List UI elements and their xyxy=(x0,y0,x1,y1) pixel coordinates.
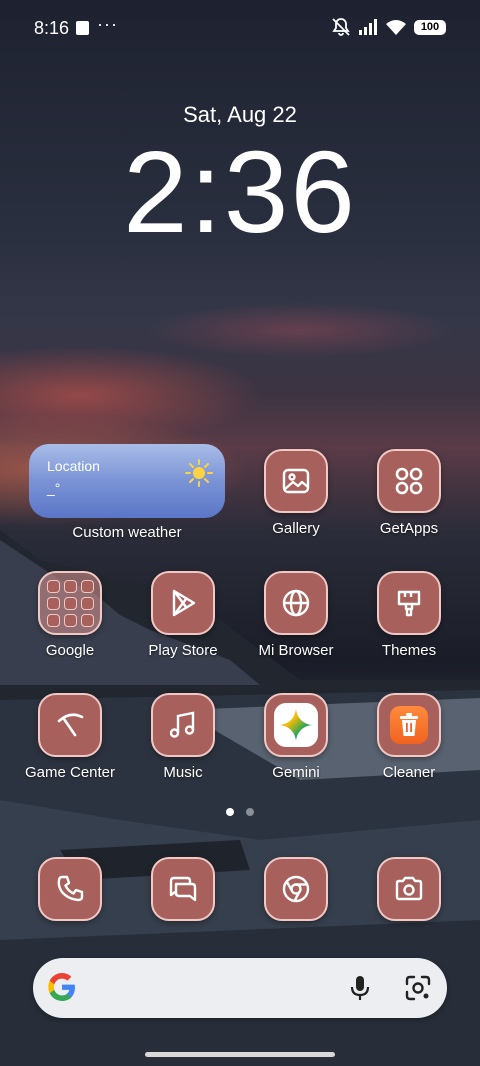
app-play-store[interactable]: Play Store xyxy=(127,571,239,659)
weather-widget[interactable]: Location _° xyxy=(29,444,225,518)
mute-bell-icon xyxy=(332,18,350,36)
app-label: Gallery xyxy=(272,520,320,537)
app-label: Cleaner xyxy=(382,764,436,781)
play-store-icon xyxy=(151,571,215,635)
app-label: Music xyxy=(163,764,203,781)
dock-phone[interactable] xyxy=(14,857,126,921)
app-cleaner[interactable]: Cleaner xyxy=(353,693,465,781)
app-label: Google xyxy=(45,642,95,659)
app-label: Play Store xyxy=(148,642,218,659)
folder-app-icon xyxy=(46,579,60,593)
folder-app-icon xyxy=(63,613,77,627)
sun-icon xyxy=(185,459,213,487)
app-label: Mi Browser xyxy=(258,642,334,659)
folder-app-icon xyxy=(80,579,94,593)
app-mi-browser[interactable]: Mi Browser xyxy=(240,571,352,659)
app-getapps[interactable]: GetApps xyxy=(353,449,465,537)
app-label: GetApps xyxy=(379,520,439,537)
wifi-icon xyxy=(386,20,406,35)
app-themes[interactable]: Themes xyxy=(353,571,465,659)
app-label: Themes xyxy=(381,642,437,659)
camera-icon xyxy=(377,857,441,921)
folder-app-icon xyxy=(80,613,94,627)
google-search-bar[interactable] xyxy=(33,958,447,1018)
brush-icon xyxy=(377,571,441,635)
dock-chrome[interactable] xyxy=(240,857,352,921)
app-game-center[interactable]: Game Center xyxy=(14,693,126,781)
more-notifications-icon: ··· xyxy=(97,14,118,34)
folder-app-icon xyxy=(63,579,77,593)
status-bar: 8:16 ··· 100 xyxy=(0,0,480,56)
app-music[interactable]: Music xyxy=(127,693,239,781)
google-g-icon[interactable] xyxy=(45,970,79,1004)
page-dot[interactable] xyxy=(246,808,254,816)
game-center-icon xyxy=(38,693,102,757)
clock-date[interactable]: Sat, Aug 22 xyxy=(0,102,480,128)
folder-app-icon xyxy=(46,613,60,627)
signal-icon xyxy=(359,19,377,35)
gemini-icon xyxy=(264,693,328,757)
chrome-icon xyxy=(264,857,328,921)
gallery-icon xyxy=(264,449,328,513)
app-gallery[interactable]: Gallery xyxy=(240,449,352,537)
lens-icon[interactable] xyxy=(405,975,431,1001)
app-label: Game Center xyxy=(24,764,116,781)
weather-widget-label: Custom weather xyxy=(72,524,182,541)
music-note-icon xyxy=(151,693,215,757)
getapps-icon xyxy=(377,449,441,513)
folder-app-icon xyxy=(46,596,60,610)
folder-google[interactable]: Google xyxy=(14,571,126,659)
app-label: Gemini xyxy=(272,764,320,781)
globe-icon xyxy=(264,571,328,635)
weather-temperature: _° xyxy=(47,480,61,496)
app-gemini[interactable]: Gemini xyxy=(240,693,352,781)
notification-square-icon xyxy=(76,21,89,35)
dock-messages[interactable] xyxy=(127,857,239,921)
page-indicator[interactable] xyxy=(0,808,480,816)
status-time: 8:16 xyxy=(34,18,70,38)
phone-icon xyxy=(38,857,102,921)
page-dot-active[interactable] xyxy=(226,808,234,816)
clock-time[interactable]: 2:36 xyxy=(0,132,480,252)
weather-location: Location xyxy=(47,458,100,474)
folder-app-icon xyxy=(80,596,94,610)
dock-camera[interactable] xyxy=(353,857,465,921)
battery-icon: 100 xyxy=(414,19,446,35)
mic-icon[interactable] xyxy=(349,975,371,1001)
folder-icon xyxy=(38,571,102,635)
trash-icon xyxy=(377,693,441,757)
folder-app-icon xyxy=(63,596,77,610)
gesture-home-bar[interactable] xyxy=(145,1052,335,1057)
messages-icon xyxy=(151,857,215,921)
